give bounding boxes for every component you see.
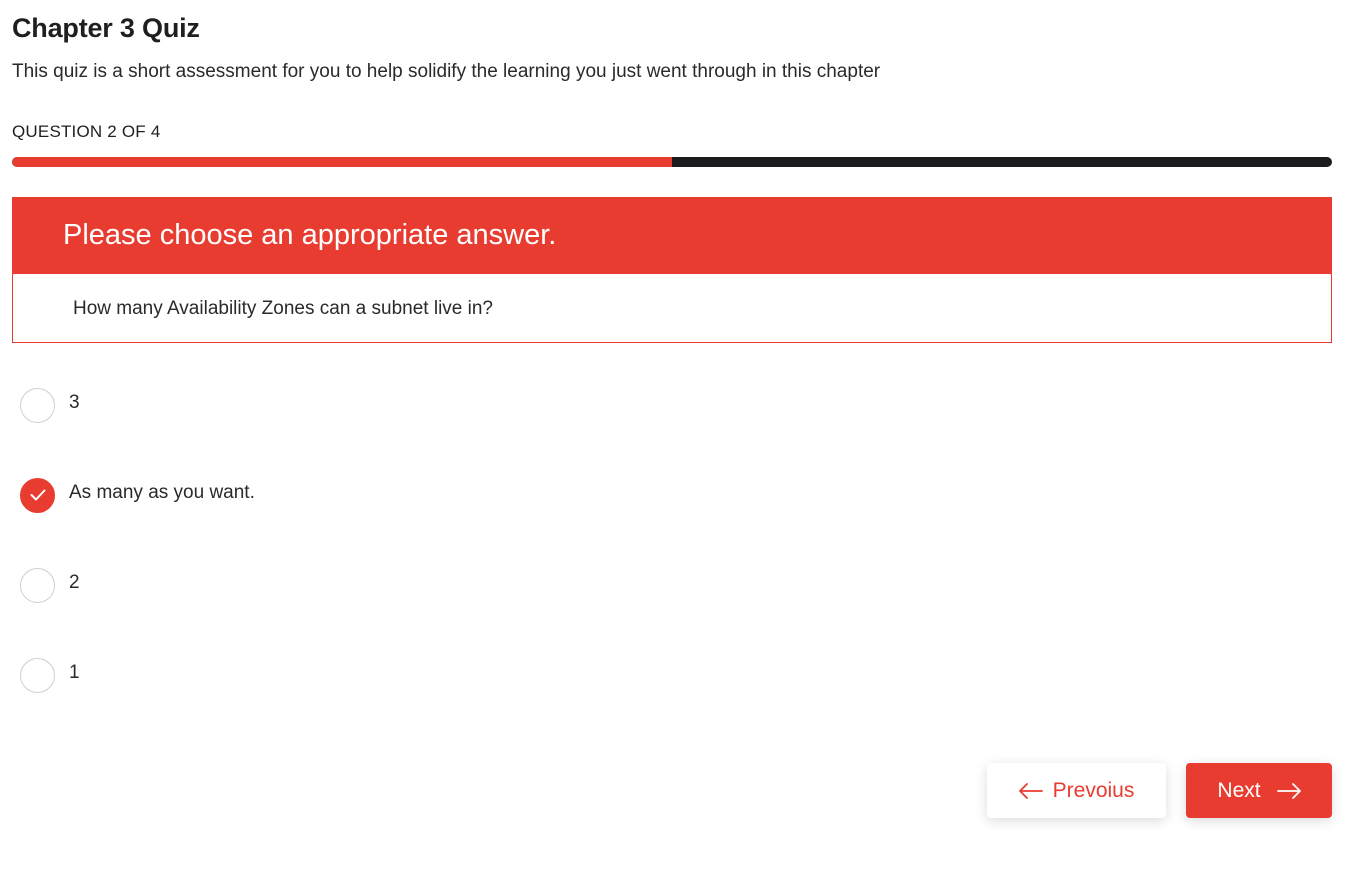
checkmark-icon (30, 489, 45, 501)
page-title: Chapter 3 Quiz (12, 13, 200, 43)
next-button[interactable]: Next (1186, 763, 1332, 818)
radio-button[interactable] (20, 387, 55, 423)
radio-button[interactable] (20, 657, 55, 693)
answer-option-label: 1 (69, 662, 80, 683)
next-button-label: Next (1217, 778, 1261, 802)
question-prompt-header: Please choose an appropriate answer. (13, 198, 1331, 274)
arrow-left-icon (1018, 782, 1043, 799)
answer-option[interactable]: 2 (20, 566, 255, 604)
quiz-page: Chapter 3 Quiz This quiz is a short asse… (0, 0, 1366, 875)
question-text: How many Availability Zones can a subnet… (73, 298, 493, 319)
progress-bar (12, 157, 1332, 167)
answer-option[interactable]: As many as you want. (20, 476, 255, 514)
arrow-right-icon (1276, 782, 1301, 799)
radio-button[interactable] (20, 477, 55, 513)
answer-option[interactable]: 1 (20, 656, 255, 694)
quiz-description: This quiz is a short assessment for you … (12, 61, 881, 82)
progress-bar-fill (12, 157, 672, 167)
answer-option-label: As many as you want. (69, 482, 255, 503)
answer-option[interactable]: 3 (20, 386, 255, 424)
question-counter: QUESTION 2 OF 4 (12, 122, 161, 141)
previous-button[interactable]: Prevoius (987, 763, 1166, 818)
answer-option-label: 2 (69, 572, 80, 593)
answer-option-label: 3 (69, 392, 80, 413)
question-card: Please choose an appropriate answer. How… (12, 197, 1332, 343)
radio-button[interactable] (20, 567, 55, 603)
previous-button-label: Prevoius (1052, 778, 1135, 802)
answer-options: 3 As many as you want. 2 1 (20, 386, 255, 746)
